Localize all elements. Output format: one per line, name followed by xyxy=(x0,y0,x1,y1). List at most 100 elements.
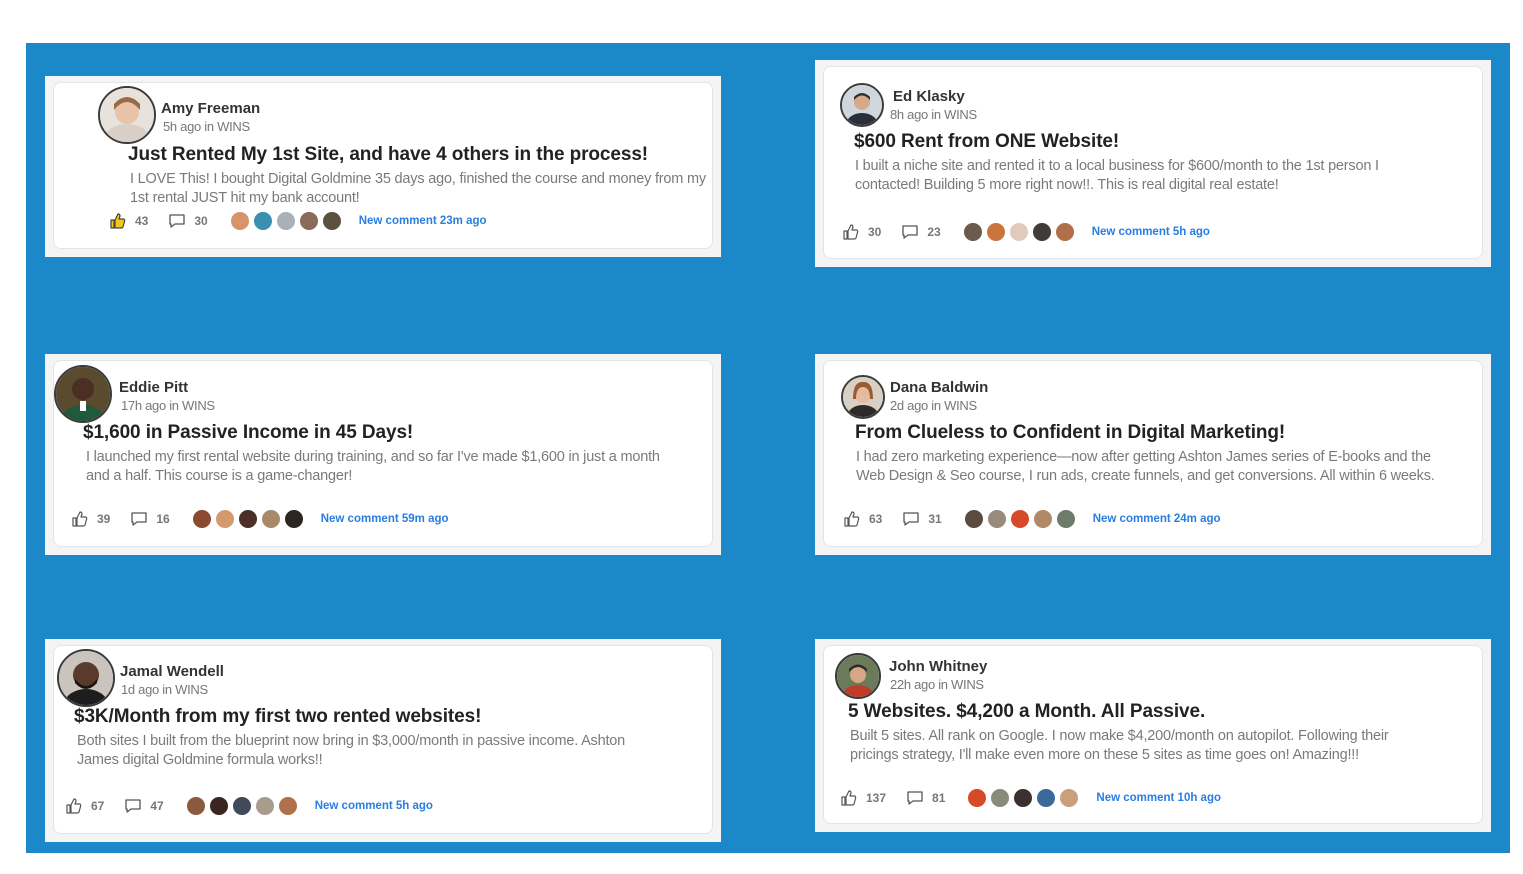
post-title[interactable]: $600 Rent from ONE Website! xyxy=(854,131,1119,153)
comment-icon[interactable] xyxy=(906,789,924,807)
avatar xyxy=(283,509,304,529)
post-card[interactable]: Ed Klasky 8h ago in WINS $600 Rent from … xyxy=(815,60,1491,267)
avatar xyxy=(962,222,983,242)
avatar xyxy=(214,509,235,529)
post-meta: 22h ago in WINS xyxy=(890,677,984,692)
thumbs-up-icon[interactable] xyxy=(71,510,89,528)
avatar xyxy=(254,796,275,816)
avatar xyxy=(985,222,1006,242)
post-title[interactable]: From Clueless to Confident in Digital Ma… xyxy=(855,422,1285,444)
avatar xyxy=(185,796,206,816)
post-meta: 5h ago in WINS xyxy=(163,119,250,134)
avatar xyxy=(275,211,296,231)
avatar xyxy=(990,788,1011,808)
avatar[interactable] xyxy=(841,375,885,419)
avatar xyxy=(1036,788,1057,808)
author-name[interactable]: Ed Klasky xyxy=(893,88,965,105)
commenter-avatars xyxy=(967,788,1082,808)
avatar xyxy=(1009,509,1030,529)
post-body: I built a niche site and rented it to a … xyxy=(855,158,1379,193)
commenter-avatars xyxy=(185,796,301,816)
post-title[interactable]: 5 Websites. $4,200 a Month. All Passive. xyxy=(848,701,1205,723)
avatar[interactable] xyxy=(98,86,156,144)
thumbs-up-icon[interactable] xyxy=(843,510,861,528)
post-card[interactable]: Jamal Wendell 1d ago in WINS $3K/Month f… xyxy=(45,639,721,842)
thumbs-up-icon[interactable] xyxy=(65,797,83,815)
post-stats: 67 47 New comment 5h ago xyxy=(65,795,433,817)
avatar xyxy=(1055,509,1076,529)
new-comment-link[interactable]: New comment 59m ago xyxy=(321,513,449,525)
new-comment-link[interactable]: New comment 23m ago xyxy=(359,215,487,227)
author-name[interactable]: Dana Baldwin xyxy=(890,379,988,396)
avatar xyxy=(1032,509,1053,529)
avatar xyxy=(1059,788,1080,808)
comment-count: 16 xyxy=(156,512,170,526)
commenter-avatars xyxy=(962,222,1078,242)
author-name[interactable]: Jamal Wendell xyxy=(120,663,224,680)
post-body: I launched my first rental website durin… xyxy=(86,449,660,484)
avatar[interactable] xyxy=(54,365,112,423)
thumbs-up-icon[interactable] xyxy=(109,212,127,230)
avatar xyxy=(1013,788,1034,808)
comment-icon[interactable] xyxy=(901,223,919,241)
post-title[interactable]: Just Rented My 1st Site, and have 4 othe… xyxy=(128,144,648,166)
new-comment-link[interactable]: New comment 5h ago xyxy=(1092,226,1210,238)
post-title[interactable]: $1,600 in Passive Income in 45 Days! xyxy=(83,422,413,444)
comment-count: 31 xyxy=(928,512,942,526)
avatar xyxy=(1008,222,1029,242)
post-card[interactable]: Amy Freeman 5h ago in WINS Just Rented M… xyxy=(45,76,721,257)
like-count: 137 xyxy=(866,791,887,805)
comment-icon[interactable] xyxy=(130,510,148,528)
avatar xyxy=(237,509,258,529)
new-comment-link[interactable]: New comment 5h ago xyxy=(315,800,433,812)
avatar xyxy=(321,211,342,231)
post-stats: 63 31 New comment 24m ago xyxy=(843,508,1221,530)
author-name[interactable]: Eddie Pitt xyxy=(119,379,188,396)
comment-icon[interactable] xyxy=(168,212,186,230)
avatar xyxy=(298,211,319,231)
thumbs-up-icon[interactable] xyxy=(842,223,860,241)
post-meta: 2d ago in WINS xyxy=(890,398,977,413)
author-name[interactable]: John Whitney xyxy=(889,658,987,675)
post-body: Both sites I built from the blueprint no… xyxy=(77,733,626,768)
post-card[interactable]: Eddie Pitt 17h ago in WINS $1,600 in Pas… xyxy=(45,354,721,555)
like-count: 30 xyxy=(868,225,882,239)
avatar[interactable] xyxy=(57,649,115,707)
avatar xyxy=(229,211,250,231)
post-body: I LOVE This! I bought Digital Goldmine 3… xyxy=(130,171,706,206)
like-count: 63 xyxy=(869,512,883,526)
post-card[interactable]: John Whitney 22h ago in WINS 5 Websites.… xyxy=(815,639,1491,832)
avatar xyxy=(208,796,229,816)
avatar xyxy=(967,788,988,808)
avatar xyxy=(231,796,252,816)
comment-count: 47 xyxy=(150,799,164,813)
avatar[interactable] xyxy=(835,653,881,699)
post-stats: 43 30 New comment 23m ago xyxy=(109,210,487,232)
post-body: I had zero marketing experience—now afte… xyxy=(856,449,1435,484)
comment-icon[interactable] xyxy=(902,510,920,528)
new-comment-link[interactable]: New comment 24m ago xyxy=(1093,513,1221,525)
avatar xyxy=(1031,222,1052,242)
author-name[interactable]: Amy Freeman xyxy=(161,100,260,117)
commenter-avatars xyxy=(191,509,307,529)
avatar[interactable] xyxy=(840,83,884,127)
commenter-avatars xyxy=(963,509,1079,529)
like-count: 43 xyxy=(135,214,149,228)
avatar xyxy=(252,211,273,231)
like-count: 39 xyxy=(97,512,111,526)
avatar xyxy=(277,796,298,816)
comment-count: 23 xyxy=(927,225,941,239)
thumbs-up-icon[interactable] xyxy=(840,789,858,807)
avatar xyxy=(191,509,212,529)
like-count: 67 xyxy=(91,799,105,813)
new-comment-link[interactable]: New comment 10h ago xyxy=(1096,792,1221,804)
comment-icon[interactable] xyxy=(124,797,142,815)
comment-count: 30 xyxy=(194,214,208,228)
post-stats: 137 81 New comment 10h ago xyxy=(840,787,1221,809)
post-title[interactable]: $3K/Month from my first two rented websi… xyxy=(74,706,481,728)
post-meta: 17h ago in WINS xyxy=(121,398,215,413)
post-body: Built 5 sites. All rank on Google. I now… xyxy=(850,728,1389,763)
post-card[interactable]: Dana Baldwin 2d ago in WINS From Clueles… xyxy=(815,354,1491,555)
post-meta: 8h ago in WINS xyxy=(890,107,977,122)
commenter-avatars xyxy=(229,211,345,231)
